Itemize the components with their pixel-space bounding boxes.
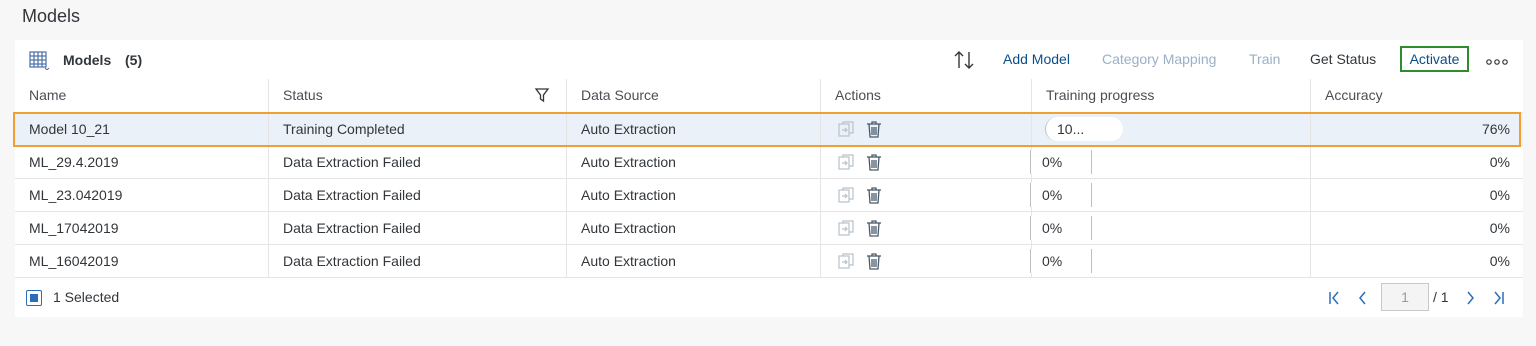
cell-name: ML_29.4.2019 [15, 146, 269, 178]
delete-icon[interactable] [865, 153, 883, 171]
cell-accuracy: 0% [1489, 220, 1510, 236]
column-header-name[interactable]: Name [15, 79, 269, 112]
cell-status: Data Extraction Failed [269, 179, 567, 211]
next-page-icon[interactable] [1461, 289, 1479, 307]
delete-icon[interactable] [865, 219, 883, 237]
cell-data-source: Auto Extraction [567, 146, 821, 178]
copy-icon[interactable] [837, 186, 855, 204]
delete-icon[interactable] [865, 252, 883, 270]
column-header-data-source[interactable]: Data Source [567, 79, 821, 112]
copy-icon[interactable] [837, 153, 855, 171]
select-all-checkbox[interactable] [26, 290, 42, 306]
column-header-training-progress[interactable]: Training progress [1032, 79, 1311, 112]
progress-indicator: 0% [1030, 183, 1092, 207]
delete-icon[interactable] [865, 120, 883, 138]
progress-indicator: 10... [1045, 117, 1123, 141]
filter-icon[interactable] [534, 87, 550, 103]
table-row[interactable]: Model 10_21 Training Completed Auto Extr… [15, 113, 1523, 146]
progress-value: 0% [1042, 253, 1063, 269]
table-toolbar: Models (5) Add Model Category Mapping Tr… [15, 40, 1523, 80]
models-panel: Models (5) Add Model Category Mapping Tr… [15, 40, 1523, 317]
cell-name: ML_23.042019 [15, 179, 269, 211]
copy-icon[interactable] [837, 219, 855, 237]
page-total: / 1 [1433, 289, 1449, 305]
cell-name: Model 10_21 [15, 113, 269, 145]
progress-value: 0% [1042, 220, 1063, 236]
add-model-button[interactable]: Add Model [1003, 51, 1070, 67]
table-title: Models [63, 52, 112, 68]
get-status-button[interactable]: Get Status [1310, 51, 1376, 67]
table-row[interactable]: ML_17042019 Data Extraction Failed Auto … [15, 212, 1523, 245]
cell-status: Data Extraction Failed [269, 146, 567, 178]
table-row[interactable]: ML_23.042019 Data Extraction Failed Auto… [15, 179, 1523, 212]
table-icon [29, 51, 50, 70]
copy-icon[interactable] [837, 252, 855, 270]
progress-indicator: 0% [1030, 150, 1092, 174]
cell-accuracy: 0% [1489, 187, 1510, 203]
column-header-accuracy[interactable]: Accuracy [1311, 79, 1523, 112]
cell-data-source: Auto Extraction [567, 179, 821, 211]
cell-data-source: Auto Extraction [567, 113, 821, 145]
category-mapping-button[interactable]: Category Mapping [1102, 51, 1216, 67]
table-count: (5) [125, 52, 143, 68]
table-row[interactable]: ML_29.4.2019 Data Extraction Failed Auto… [15, 146, 1523, 179]
table-header: Name Status Data Source Actions Training… [15, 79, 1523, 113]
column-header-actions[interactable]: Actions [821, 79, 1032, 112]
progress-value: 10... [1057, 121, 1085, 137]
table-row[interactable]: ML_16042019 Data Extraction Failed Auto … [15, 245, 1523, 278]
cell-data-source: Auto Extraction [567, 212, 821, 244]
delete-icon[interactable] [865, 186, 883, 204]
cell-accuracy: 76% [1481, 121, 1510, 137]
column-header-status[interactable]: Status [269, 79, 567, 112]
cell-status: Data Extraction Failed [269, 212, 567, 244]
sort-icon[interactable] [952, 49, 976, 71]
cell-accuracy: 0% [1489, 253, 1510, 269]
more-icon[interactable] [1485, 58, 1509, 66]
cell-status: Data Extraction Failed [269, 245, 567, 277]
cell-status: Training Completed [269, 113, 567, 145]
progress-indicator: 0% [1030, 249, 1092, 273]
activate-button[interactable]: Activate [1400, 46, 1469, 72]
progress-indicator: 0% [1030, 216, 1092, 240]
page-number-input[interactable] [1381, 283, 1429, 311]
train-button[interactable]: Train [1249, 51, 1280, 67]
previous-page-icon[interactable] [1354, 289, 1372, 307]
cell-name: ML_16042019 [15, 245, 269, 277]
copy-icon[interactable] [837, 120, 855, 138]
table-footer: 1 Selected / 1 [15, 280, 1523, 316]
progress-value: 0% [1042, 187, 1063, 203]
cell-data-source: Auto Extraction [567, 245, 821, 277]
page-title: Models [22, 6, 81, 26]
cell-name: ML_17042019 [15, 212, 269, 244]
progress-value: 0% [1042, 154, 1063, 170]
selected-count: 1 Selected [53, 289, 120, 305]
cell-accuracy: 0% [1489, 154, 1510, 170]
last-page-icon[interactable] [1489, 289, 1507, 307]
first-page-icon[interactable] [1326, 289, 1344, 307]
